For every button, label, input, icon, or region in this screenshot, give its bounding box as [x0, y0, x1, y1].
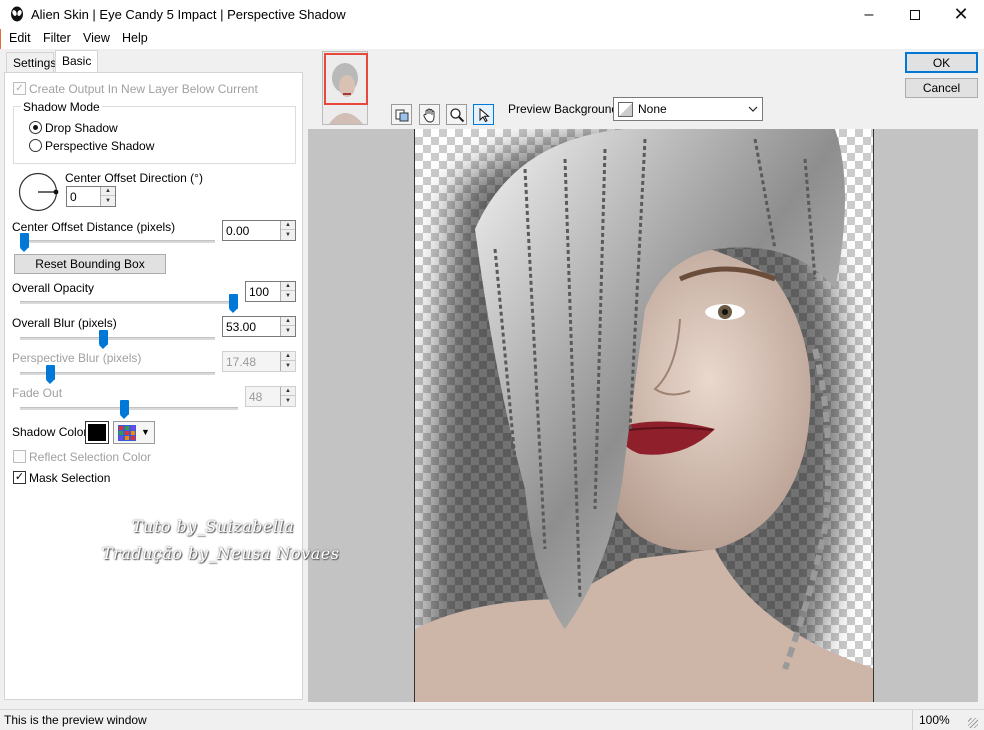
zoom-level: 100% — [919, 713, 950, 727]
overall-opacity-label: Overall Opacity — [12, 281, 95, 295]
perspective-blur-label: Perspective Blur (pixels) — [12, 351, 142, 365]
create-output-label: Create Output In New Layer Below Current — [29, 82, 258, 96]
create-output-checkbox[interactable]: ✓ — [13, 82, 26, 95]
ok-button[interactable]: OK — [905, 52, 978, 73]
window-title: Alien Skin | Eye Candy 5 Impact | Perspe… — [31, 7, 346, 22]
navigator-thumbnail[interactable] — [322, 51, 368, 125]
title-bar: Alien Skin | Eye Candy 5 Impact | Perspe… — [0, 0, 984, 29]
overall-opacity-slider[interactable] — [229, 294, 238, 313]
center-offset-distance-input[interactable]: 0.00 ▲ ▼ — [222, 220, 296, 241]
shadow-mode-group — [13, 106, 296, 164]
shadow-mode-title: Shadow Mode — [21, 100, 102, 114]
menu-bar: Edit Filter View Help — [0, 29, 984, 49]
center-offset-direction-input[interactable]: 0 ▲ ▼ — [66, 186, 116, 207]
color-palette-button[interactable]: ▼ — [113, 421, 155, 444]
tab-basic[interactable]: Basic — [55, 50, 98, 73]
preview-image — [415, 129, 873, 702]
spin-up-icon[interactable]: ▲ — [281, 317, 295, 326]
center-offset-distance-track — [20, 240, 215, 243]
watermark-line-1: Tuto by_Suizabella — [132, 517, 295, 536]
perspective-blur-slider[interactable] — [46, 365, 55, 384]
preview-background-label: Preview Background: — [508, 102, 622, 116]
reflect-selection-color-checkbox[interactable] — [13, 450, 26, 463]
center-offset-distance-label: Center Offset Distance (pixels) — [12, 220, 176, 234]
watermark-line-2: Tradução by_Neusa Novaes — [102, 544, 340, 563]
tab-settings[interactable]: Settings — [6, 52, 56, 72]
perspective-shadow-radio[interactable] — [29, 139, 42, 152]
spin-up-icon[interactable]: ▲ — [281, 352, 295, 361]
spin-down-icon[interactable]: ▼ — [281, 396, 295, 405]
overall-blur-label: Overall Blur (pixels) — [12, 316, 117, 330]
zoom-icon[interactable] — [446, 104, 467, 125]
overall-blur-input[interactable]: 53.00 ▲ ▼ — [222, 316, 296, 337]
shadow-color-swatch[interactable] — [85, 421, 109, 444]
status-bar: This is the preview window 100% — [0, 709, 984, 730]
maximize-icon[interactable] — [892, 0, 938, 29]
spin-down-icon[interactable]: ▼ — [281, 361, 295, 370]
reset-bounding-box-button[interactable]: Reset Bounding Box — [14, 254, 166, 274]
reflect-selection-color-label: Reflect Selection Color — [29, 450, 152, 464]
select-arrow-icon[interactable] — [473, 104, 494, 125]
fade-out-input[interactable]: 48 ▲ ▼ — [245, 386, 296, 407]
none-swatch-icon — [618, 102, 633, 117]
overall-opacity-input[interactable]: 100 ▲ ▼ — [245, 281, 296, 302]
overall-blur-track — [20, 337, 215, 340]
alien-skin-app-icon — [11, 6, 23, 22]
pan-hand-icon[interactable] — [419, 104, 440, 125]
center-offset-distance-slider[interactable] — [20, 233, 29, 252]
fade-out-track — [20, 407, 238, 410]
perspective-blur-input[interactable]: 17.48 ▲ ▼ — [222, 351, 296, 372]
preview-background-value: None — [638, 102, 667, 116]
spin-down-icon[interactable]: ▼ — [281, 291, 295, 300]
mask-selection-label: Mask Selection — [29, 471, 111, 485]
spin-down-icon[interactable]: ▼ — [281, 230, 295, 239]
menu-edit[interactable]: Edit — [9, 31, 31, 45]
close-icon[interactable]: ✕ — [938, 0, 984, 29]
mask-selection-checkbox[interactable]: ✓ — [13, 471, 26, 484]
cancel-button[interactable]: Cancel — [905, 78, 978, 98]
menu-view[interactable]: View — [83, 31, 110, 45]
fade-out-slider[interactable] — [120, 400, 129, 419]
spin-down-icon[interactable]: ▼ — [101, 196, 115, 205]
hand-preview-icon[interactable] — [391, 104, 412, 125]
color-grid-icon — [118, 425, 136, 441]
shadow-color-label: Shadow Color — [12, 425, 88, 439]
drop-shadow-label: Drop Shadow — [45, 121, 118, 135]
menu-filter[interactable]: Filter — [43, 31, 71, 45]
spin-up-icon[interactable]: ▲ — [281, 282, 295, 291]
spin-up-icon[interactable]: ▲ — [281, 387, 295, 396]
center-offset-direction-label: Center Offset Direction (°) — [65, 171, 203, 185]
spin-down-icon[interactable]: ▼ — [281, 326, 295, 335]
drop-shadow-radio[interactable] — [29, 121, 42, 134]
fade-out-label: Fade Out — [12, 386, 63, 400]
direction-dial[interactable] — [18, 172, 60, 214]
dropdown-arrow-icon: ▼ — [141, 427, 150, 437]
thumbnail-viewport-frame[interactable] — [324, 53, 368, 105]
spin-up-icon[interactable]: ▲ — [101, 187, 115, 196]
chevron-down-icon — [748, 106, 758, 112]
preview-canvas[interactable] — [414, 129, 874, 702]
resize-grip-icon[interactable] — [968, 718, 978, 728]
overall-blur-slider[interactable] — [99, 330, 108, 349]
spin-up-icon[interactable]: ▲ — [281, 221, 295, 230]
menu-help[interactable]: Help — [122, 31, 148, 45]
status-message: This is the preview window — [4, 713, 147, 727]
overall-opacity-track — [20, 301, 238, 304]
minimize-icon[interactable]: – — [846, 0, 892, 29]
preview-background-select[interactable]: None — [613, 97, 763, 121]
perspective-shadow-label: Perspective Shadow — [45, 139, 155, 153]
